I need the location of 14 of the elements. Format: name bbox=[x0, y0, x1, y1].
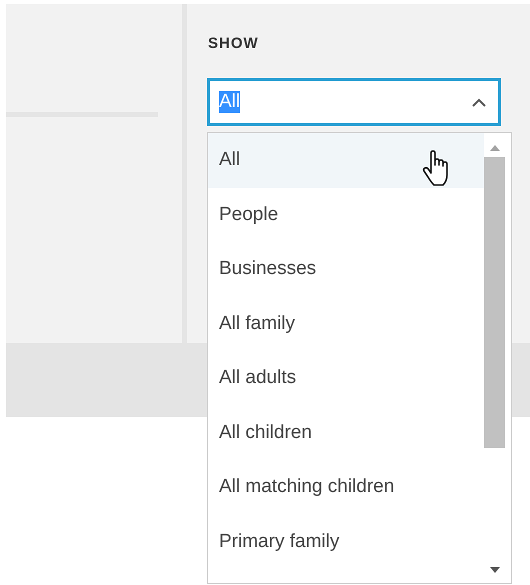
select-value: All bbox=[219, 91, 240, 113]
dropdown-option[interactable]: All adults bbox=[208, 351, 484, 406]
dropdown-option[interactable]: Primary family bbox=[208, 514, 484, 569]
scroll-down-icon[interactable] bbox=[490, 567, 500, 573]
scrollbar-thumb[interactable] bbox=[484, 157, 505, 448]
dropdown-option[interactable]: All children bbox=[208, 406, 484, 460]
show-label: SHOW bbox=[208, 35, 260, 52]
scroll-up-icon[interactable] bbox=[490, 145, 500, 151]
dropdown-option[interactable]: All matching children bbox=[208, 460, 484, 514]
dropdown-option[interactable]: Businesses bbox=[208, 242, 484, 296]
dropdown-option[interactable]: All bbox=[208, 133, 484, 188]
dropdown-option[interactable]: All family bbox=[208, 296, 484, 351]
dropdown-option[interactable]: People bbox=[208, 188, 484, 242]
chevron-up-icon bbox=[472, 98, 486, 106]
